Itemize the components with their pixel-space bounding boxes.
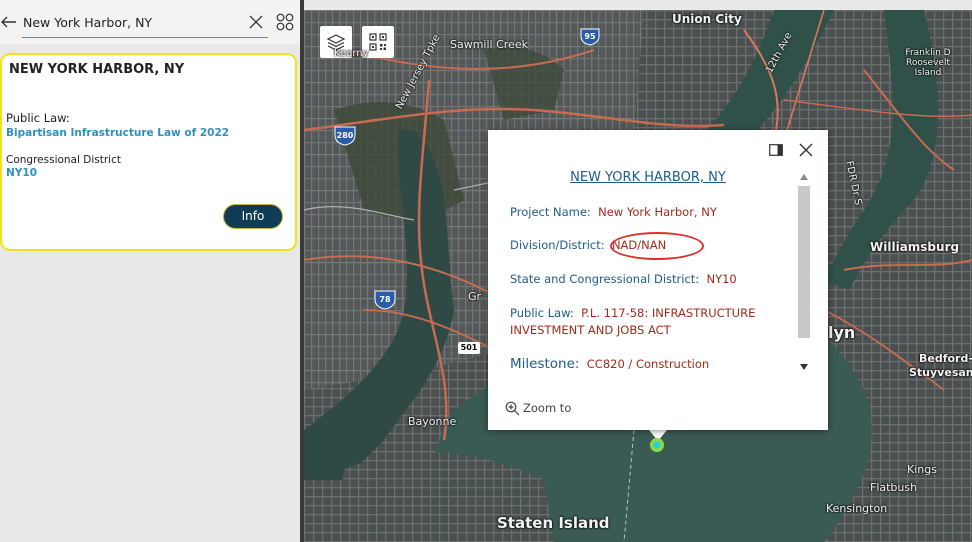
close-icon[interactable] xyxy=(799,143,813,157)
field-milestone: Milestone: CC820 / Construction xyxy=(510,356,710,372)
highway-shield-78: 78 xyxy=(374,290,396,310)
public-law-value[interactable]: Bipartisan Infrastructure Law of 2022 xyxy=(6,127,229,139)
arrow-left-icon[interactable] xyxy=(0,13,18,31)
map-label-greenville: Gr xyxy=(468,290,482,303)
map-label-brooklyn: lyn xyxy=(828,323,856,342)
scrollbar-thumb[interactable] xyxy=(798,186,810,338)
map-label-flatbush: Flatbush xyxy=(870,481,918,494)
zoom-in-icon xyxy=(505,401,520,416)
search-panel: NEW YORK HARBOR, NY Public Law: Bipartis… xyxy=(0,0,301,542)
close-icon[interactable] xyxy=(248,14,264,30)
popup-scrollbar[interactable] xyxy=(796,170,812,378)
grid-apps-icon[interactable] xyxy=(276,13,294,31)
location-marker-icon[interactable] xyxy=(650,438,664,452)
map-label-stuyvesant: Stuyvesant xyxy=(909,366,972,379)
search-bar xyxy=(0,0,301,44)
map-label-kensington: Kensington xyxy=(826,502,888,515)
district-label: Congressional District xyxy=(6,154,121,166)
map-label-kings: Kings xyxy=(907,463,937,476)
route-shield-501: 501 xyxy=(458,342,480,354)
result-title: NEW YORK HARBOR, NY xyxy=(9,62,185,77)
annotation-circle xyxy=(610,232,704,260)
search-result-card[interactable]: NEW YORK HARBOR, NY Public Law: Bipartis… xyxy=(0,53,297,251)
field-project-name: Project Name: New York Harbor, NY xyxy=(510,205,717,219)
map-label-bayonne: Bayonne xyxy=(408,415,457,428)
map-label-staten-island: Staten Island xyxy=(497,514,610,532)
feature-popup: NEW YORK HARBOR, NY Project Name: New Yo… xyxy=(488,130,828,430)
dock-icon[interactable] xyxy=(769,144,783,156)
field-state-district: State and Congressional District: NY10 xyxy=(510,272,737,286)
map-label-bedford: Bedford- xyxy=(919,352,972,365)
popup-title[interactable]: NEW YORK HARBOR, NY xyxy=(488,170,808,185)
map-label-roosevelt-island: Franklin D Roosevelt Island xyxy=(905,48,951,78)
highway-shield-95: 95 xyxy=(580,28,600,46)
map-label-union-city: Union City xyxy=(672,12,742,26)
info-button[interactable]: Info xyxy=(223,204,283,229)
highway-shield-280: 280 xyxy=(334,126,356,146)
map-label-williamsburg: Williamsburg xyxy=(870,240,960,254)
search-input[interactable] xyxy=(22,8,268,38)
arrow-down-icon[interactable] xyxy=(800,364,808,370)
arrow-up-icon[interactable] xyxy=(800,174,808,180)
public-law-label: Public Law: xyxy=(6,111,70,125)
district-value[interactable]: NY10 xyxy=(6,167,37,179)
map-label-kearny: Kearny xyxy=(334,48,369,59)
map-label-sawmill-creek: Sawmill Creek xyxy=(450,38,528,51)
popup-content[interactable]: Project Name: New York Harbor, NY Divisi… xyxy=(510,200,788,378)
field-public-law: Public Law: P.L. 117-58: INFRASTRUCTURE … xyxy=(510,306,756,337)
